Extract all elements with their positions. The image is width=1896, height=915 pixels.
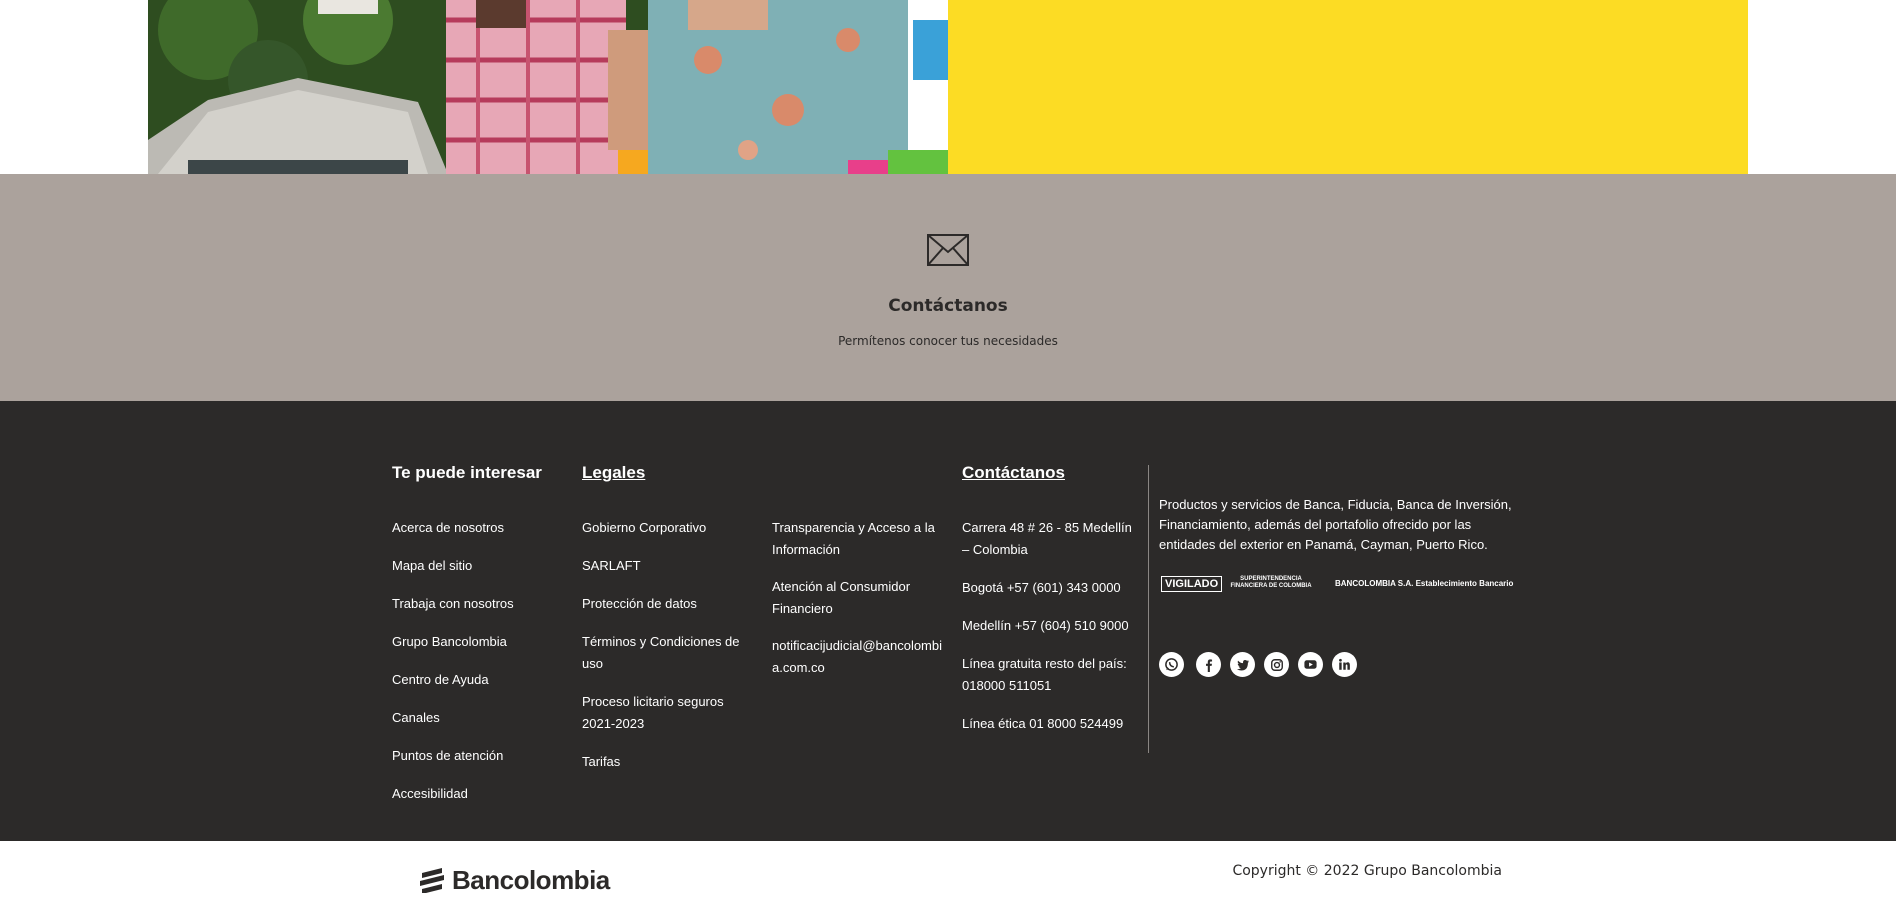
footer-link-insurance-bid[interactable]: Proceso licitario seguros 2021-2023 — [582, 691, 742, 735]
footer-link-about[interactable]: Acerca de nosotros — [392, 517, 562, 539]
vigilado-label: VIGILADO — [1161, 576, 1223, 592]
bottom-bar: Bancolombia Copyright © 2022 Grupo Banco… — [0, 841, 1896, 915]
bank-establishment-label: BANCOLOMBIA S.A. Establecimiento Bancari… — [1335, 579, 1514, 588]
contact-phone-national[interactable]: Línea gratuita resto del país: 018000 51… — [962, 653, 1132, 697]
footer: Te puede interesar Acerca de nosotros Ma… — [0, 401, 1896, 841]
copyright-text: Copyright © 2022 Grupo Bancolombia — [1232, 863, 1502, 879]
hero-section — [0, 0, 1896, 174]
footer-link-data-protection[interactable]: Protección de datos — [582, 593, 742, 615]
footer-link-transparency[interactable]: Transparencia y Acceso a la Información — [772, 517, 942, 561]
contact-address: Carrera 48 # 26 - 85 Medellín – Colombia — [962, 520, 1132, 557]
contact-subtitle: Permítenos conocer tus necesidades — [838, 334, 1058, 348]
supervisor-label: SUPERINTENDENCIA FINANCIERA DE COLOMBIA — [1230, 576, 1312, 589]
youtube-icon[interactable] — [1298, 652, 1323, 677]
footer-interest-column: Te puede interesar Acerca de nosotros Ma… — [392, 463, 562, 821]
footer-link-judicial-email[interactable]: notificacijudicial@bancolombia.com.co — [772, 635, 942, 679]
bancolombia-logo[interactable]: Bancolombia — [418, 864, 610, 895]
contact-phone-ethics[interactable]: Línea ética 01 8000 524499 — [962, 713, 1132, 735]
footer-link-corporate-governance[interactable]: Gobierno Corporativo — [582, 517, 742, 539]
contact-phone-medellin[interactable]: Medellín +57 (604) 510 9000 — [962, 615, 1132, 637]
footer-link-careers[interactable]: Trabaja con nosotros — [392, 593, 562, 615]
footer-link-rates[interactable]: Tarifas — [582, 751, 742, 773]
footer-divider — [1148, 465, 1149, 753]
whatsapp-icon[interactable] — [1159, 652, 1184, 677]
footer-about-text: Productos y servicios de Banca, Fiducia,… — [1159, 497, 1512, 552]
contact-band[interactable]: Contáctanos Permítenos conocer tus neces… — [0, 174, 1896, 401]
footer-link-channels[interactable]: Canales — [392, 707, 562, 729]
hero-yellow-panel — [948, 0, 1748, 174]
footer-link-accessibility[interactable]: Accesibilidad — [392, 783, 562, 805]
linkedin-icon[interactable] — [1332, 652, 1357, 677]
footer-link-service-points[interactable]: Puntos de atención — [392, 745, 562, 767]
interest-heading: Te puede interesar — [392, 463, 542, 482]
page: Contáctanos Permítenos conocer tus neces… — [0, 0, 1896, 915]
hero-photo — [148, 0, 948, 174]
footer-link-group[interactable]: Grupo Bancolombia — [392, 631, 562, 653]
footer-link-sitemap[interactable]: Mapa del sitio — [392, 555, 562, 577]
footer-link-sarlaft[interactable]: SARLAFT — [582, 555, 742, 577]
instagram-icon[interactable] — [1264, 652, 1289, 677]
twitter-icon[interactable] — [1230, 652, 1255, 677]
logo-wordmark: Bancolombia — [452, 864, 610, 895]
footer-link-help-center[interactable]: Centro de Ayuda — [392, 669, 562, 691]
vigilado-badge: VIGILADO SUPERINTENDENCIA FINANCIERA DE … — [1161, 576, 1521, 594]
bancolombia-logo-icon — [420, 868, 444, 893]
legal-heading[interactable]: Legales — [582, 463, 742, 485]
footer-link-consumer-attention[interactable]: Atención al Consumidor Financiero — [772, 576, 942, 620]
contact-heading[interactable]: Contáctanos — [962, 463, 1132, 485]
contact-phone-bogota[interactable]: Bogotá +57 (601) 343 0000 — [962, 577, 1132, 599]
footer-contact-column: Contáctanos Carrera 48 # 26 - 85 Medellí… — [962, 463, 1132, 751]
footer-link-terms[interactable]: Términos y Condiciones de uso — [582, 631, 742, 675]
footer-legal-column: Legales Gobierno Corporativo SARLAFT Pro… — [582, 463, 742, 789]
contact-title[interactable]: Contáctanos — [0, 296, 1896, 316]
footer-legal-column-2: Transparencia y Acceso a la Información … — [772, 517, 942, 694]
mail-icon[interactable] — [927, 234, 969, 266]
facebook-icon[interactable] — [1196, 652, 1221, 677]
